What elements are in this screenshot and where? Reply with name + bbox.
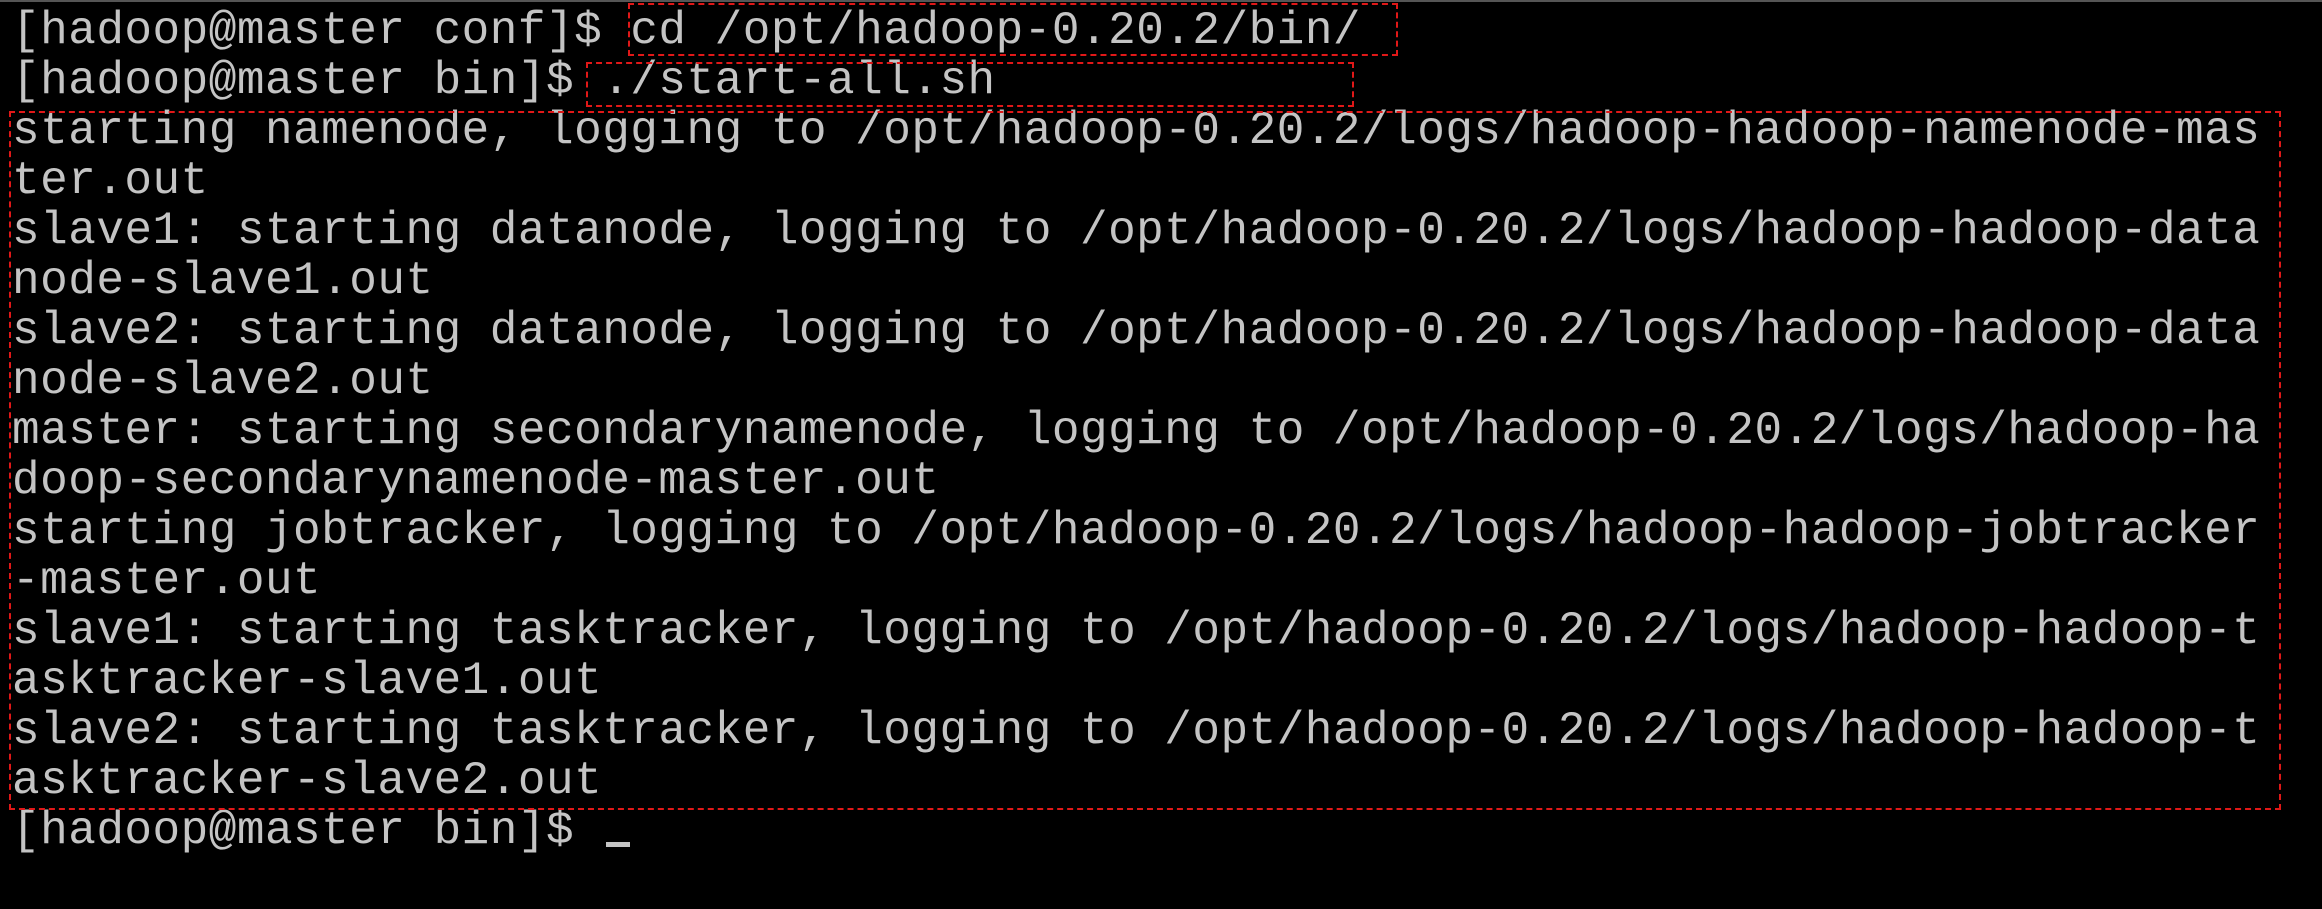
- prompt: [hadoop@master conf]$: [12, 5, 631, 57]
- final-prompt-line[interactable]: [hadoop@master bin]$: [12, 806, 2260, 856]
- window-top-edge: [0, 0, 2322, 2]
- prompt: [hadoop@master bin]$: [12, 55, 603, 107]
- highlight-box-cd-command: [628, 3, 1398, 56]
- highlight-box-output: [9, 111, 2281, 810]
- highlight-box-start-all-command: [586, 62, 1354, 107]
- prompt: [hadoop@master bin]$: [12, 805, 603, 857]
- cursor: [606, 842, 631, 847]
